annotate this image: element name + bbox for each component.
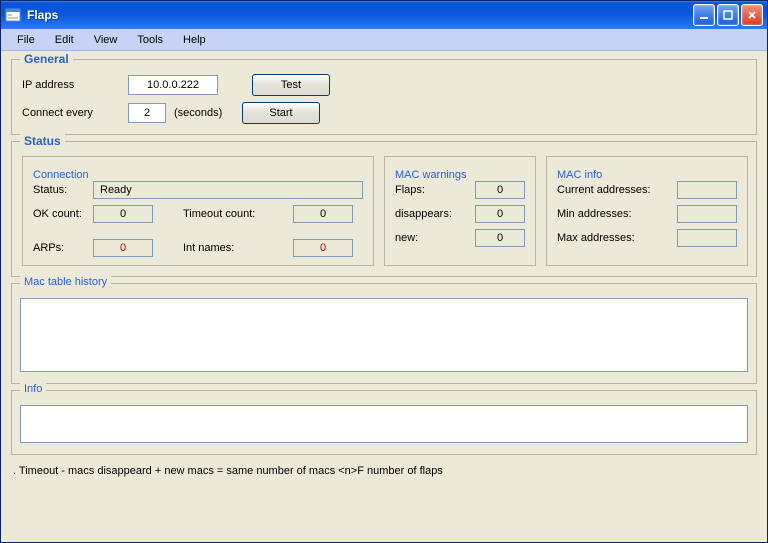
menu-tools[interactable]: Tools xyxy=(127,32,173,48)
app-icon xyxy=(5,7,21,23)
minimize-button[interactable] xyxy=(693,4,715,26)
footer-legend: . Timeout - macs disappeard + new macs =… xyxy=(11,461,757,479)
connect-input[interactable] xyxy=(128,103,166,123)
max-label: Max addresses: xyxy=(557,232,677,244)
start-button[interactable]: Start xyxy=(242,102,320,124)
general-legend: General xyxy=(20,52,73,66)
timeout-value: 0 xyxy=(293,205,353,223)
history-legend: Mac table history xyxy=(20,276,111,288)
disappears-label: disappears: xyxy=(395,208,475,220)
connection-legend: Connection xyxy=(33,169,89,181)
arps-label: ARPs: xyxy=(33,242,93,254)
min-value xyxy=(677,205,737,223)
disappears-value: 0 xyxy=(475,205,525,223)
menu-help[interactable]: Help xyxy=(173,32,216,48)
ip-input[interactable] xyxy=(128,75,218,95)
menu-view[interactable]: View xyxy=(84,32,128,48)
new-value: 0 xyxy=(475,229,525,247)
connection-group: Connection Status: Ready OK count: 0 Tim… xyxy=(22,156,374,266)
info-textarea[interactable] xyxy=(20,405,748,443)
ip-label: IP address xyxy=(22,79,120,91)
test-button[interactable]: Test xyxy=(252,74,330,96)
new-label: new: xyxy=(395,232,475,244)
history-textarea[interactable] xyxy=(20,298,748,372)
timeout-label: Timeout count: xyxy=(183,208,293,220)
current-value xyxy=(677,181,737,199)
okcount-label: OK count: xyxy=(33,208,93,220)
flaps-label: Flaps: xyxy=(395,184,475,196)
history-group: Mac table history xyxy=(11,283,757,384)
max-value xyxy=(677,229,737,247)
okcount-value: 0 xyxy=(93,205,153,223)
intnames-label: Int names: xyxy=(183,242,293,254)
mac-warnings-legend: MAC warnings xyxy=(395,169,467,181)
titlebar: Flaps xyxy=(1,1,767,29)
status-label: Status: xyxy=(33,184,93,196)
intnames-value: 0 xyxy=(293,239,353,257)
arps-value: 0 xyxy=(93,239,153,257)
client-area: General IP address Test Connect every (s… xyxy=(1,51,767,542)
menu-file[interactable]: File xyxy=(7,32,45,48)
general-group: General IP address Test Connect every (s… xyxy=(11,59,757,135)
status-group: Status Connection Status: Ready OK count… xyxy=(11,141,757,277)
connect-label: Connect every xyxy=(22,107,120,119)
maximize-button[interactable] xyxy=(717,4,739,26)
mac-warnings-group: MAC warnings Flaps: 0 disappears: 0 new:… xyxy=(384,156,536,266)
min-label: Min addresses: xyxy=(557,208,677,220)
flaps-value: 0 xyxy=(475,181,525,199)
info-legend: Info xyxy=(20,383,46,395)
app-window: Flaps File Edit View Tools Help General … xyxy=(0,0,768,543)
status-value: Ready xyxy=(93,181,363,199)
seconds-label: (seconds) xyxy=(174,107,234,119)
close-button[interactable] xyxy=(741,4,763,26)
mac-info-legend: MAC info xyxy=(557,169,602,181)
menu-edit[interactable]: Edit xyxy=(45,32,84,48)
window-title: Flaps xyxy=(27,8,58,22)
mac-info-group: MAC info Current addresses: Min addresse… xyxy=(546,156,748,266)
status-legend: Status xyxy=(20,134,65,148)
info-group: Info xyxy=(11,390,757,455)
menubar: File Edit View Tools Help xyxy=(1,29,767,51)
current-label: Current addresses: xyxy=(557,184,677,196)
